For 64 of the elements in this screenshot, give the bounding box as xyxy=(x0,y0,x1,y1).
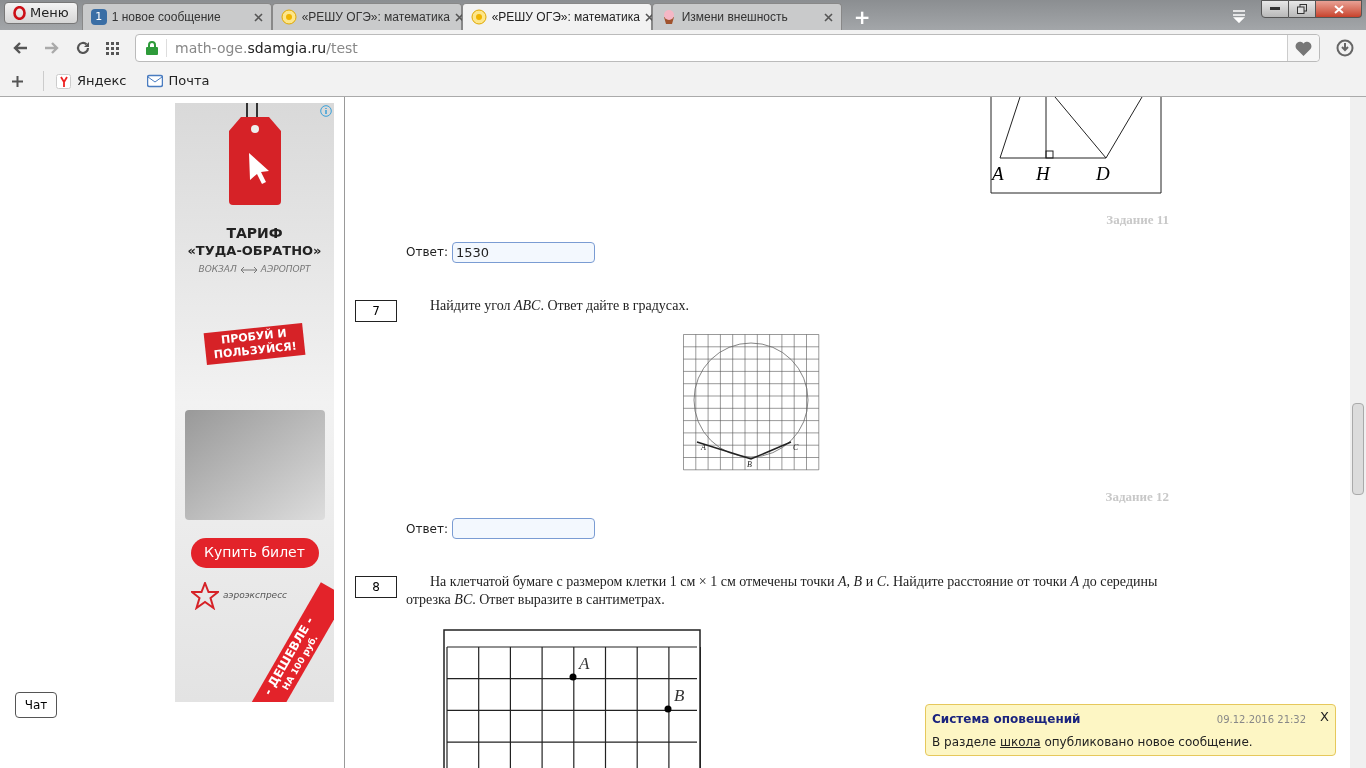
close-icon[interactable] xyxy=(644,12,654,22)
tab-title: 1 новое сообщение xyxy=(111,9,222,26)
sun-icon xyxy=(280,9,297,25)
answer-label: Ответ: xyxy=(406,520,448,538)
notification-text: В разделе школа опубликовано новое сообщение. xyxy=(932,734,1254,751)
minimize-icon xyxy=(1270,7,1280,11)
tab-title: «РЕШУ ОГЭ»: математика xyxy=(301,9,450,26)
sun-icon xyxy=(470,9,487,25)
browser-tab[interactable]: «РЕШУ ОГЭ»: математика xyxy=(461,3,652,30)
plus-icon[interactable] xyxy=(12,75,23,87)
url-text: math-oge.sdamgia.ru/test xyxy=(175,38,358,58)
ad-route-to: АЭРОПОРТ xyxy=(260,262,311,276)
heart-icon xyxy=(1295,40,1312,56)
browser-tab[interactable]: «РЕШУ ОГЭ»: математика xyxy=(271,3,462,30)
notification-title: Система оповещений xyxy=(932,711,1081,728)
chat-button[interactable]: Чат xyxy=(15,692,57,718)
task-text: Найдите угол ABC. Ответ дайте в градусах. xyxy=(429,296,690,315)
notification-time: 09.12.2016 21:32 xyxy=(1216,712,1307,727)
back-icon[interactable] xyxy=(12,41,28,55)
minimize-button[interactable] xyxy=(1261,0,1289,18)
close-window-button[interactable] xyxy=(1316,0,1362,18)
ad-promo-badge: ПРОБУЙ И ПОЛЬЗУЙСЯ! xyxy=(203,323,306,365)
close-icon[interactable] xyxy=(823,12,833,22)
restore-button[interactable] xyxy=(1289,0,1316,18)
ad-brand: аэроэкспресс xyxy=(223,589,288,602)
close-icon[interactable] xyxy=(454,12,464,22)
tab-badge: 1 xyxy=(90,9,107,25)
scrollbar[interactable] xyxy=(1350,97,1366,768)
y-logo-icon xyxy=(56,73,71,89)
answer-label: Ответ: xyxy=(406,244,448,261)
star-logo-icon xyxy=(191,581,219,610)
answer-field[interactable] xyxy=(451,518,595,539)
ad-buy-button[interactable]: Купить билет xyxy=(190,537,319,568)
trapezoid-drawing: A H D xyxy=(990,97,1163,194)
close-icon xyxy=(1333,4,1344,14)
tab-menu-icon[interactable] xyxy=(1232,9,1246,23)
task-number: 7 xyxy=(355,299,397,322)
address-bar[interactable]: math-oge.sdamgia.ru/test xyxy=(135,34,1320,62)
ad-subtitle: «ТУДА-ОБРАТНО» xyxy=(187,242,322,259)
school-link[interactable]: школа xyxy=(999,735,1041,749)
tab-title: «РЕШУ ОГЭ»: математика xyxy=(491,9,640,26)
task-text: На клетчатой бумаге с размером клетки 1 см × 1 см отмечены точки A, B и C. Найдите расстояние от точки A до середины отрезка BC. Ответ выразите в сантиметрах. xyxy=(406,573,1159,609)
close-icon[interactable] xyxy=(253,12,263,22)
bookmark-button[interactable] xyxy=(1287,35,1319,61)
restore-icon xyxy=(1297,4,1307,14)
download-icon[interactable] xyxy=(1336,39,1354,57)
envelope-icon xyxy=(146,74,163,88)
bookmark-item[interactable]: Почта xyxy=(146,71,210,91)
grid-icon[interactable] xyxy=(106,41,119,55)
ad-title: ТАРИФ xyxy=(226,225,283,243)
points-grid-drawing: A B xyxy=(443,629,701,768)
answer-field[interactable]: 1530 xyxy=(451,241,595,263)
reload-icon[interactable] xyxy=(76,41,90,55)
tab-title: Измени внешность xyxy=(681,9,789,26)
o-logo-icon xyxy=(13,6,26,20)
menu-button[interactable]: Меню xyxy=(4,2,78,24)
task-number: 8 xyxy=(355,576,397,598)
browser-tab[interactable]: Измени внешность xyxy=(651,3,842,30)
double-arrow-icon xyxy=(240,266,257,273)
browser-tab[interactable]: 1 1 новое сообщение xyxy=(81,3,272,30)
bookmark-item[interactable]: Яндекс xyxy=(56,71,127,91)
close-button[interactable]: X xyxy=(1320,709,1329,723)
ad-route-from: ВОКЗАЛ xyxy=(198,262,237,276)
lock-icon xyxy=(146,41,158,55)
